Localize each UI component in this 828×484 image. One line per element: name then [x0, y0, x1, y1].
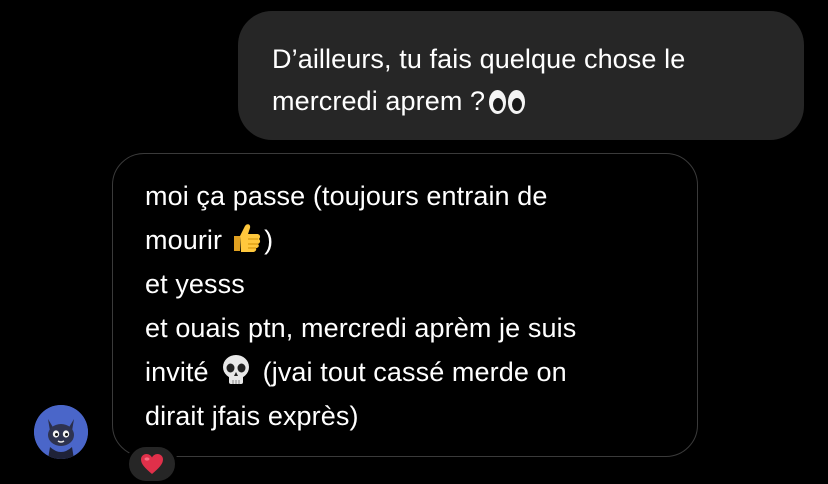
received-message-line: moi ça passe (toujours entrain de — [145, 181, 548, 211]
sent-message-line: mercredi aprem ? — [272, 80, 784, 122]
received-message-bubble[interactable]: moi ça passe (toujours entrain de mourir… — [112, 153, 698, 457]
received-message-line: mourir ) — [145, 218, 677, 262]
heart-reaction[interactable] — [126, 444, 178, 484]
received-message-line: dirait jfais exprès) — [145, 401, 359, 431]
skull-emoji-icon — [222, 355, 249, 384]
thumbs-up-emoji-icon — [234, 224, 261, 252]
sent-message-bubble[interactable]: D’ailleurs, tu fais quelque chose le mer… — [238, 11, 804, 140]
received-message-line: invité (jvai tout cassé merde on — [145, 350, 677, 394]
eyes-emoji-icon — [489, 90, 526, 114]
sender-avatar[interactable] — [34, 405, 88, 459]
received-message-line: et yesss — [145, 269, 245, 299]
received-message-line: et ouais ptn, mercredi aprèm je suis — [145, 313, 577, 343]
sent-message-line: D’ailleurs, tu fais quelque chose le — [272, 44, 686, 74]
avatar-character-icon — [34, 405, 88, 459]
